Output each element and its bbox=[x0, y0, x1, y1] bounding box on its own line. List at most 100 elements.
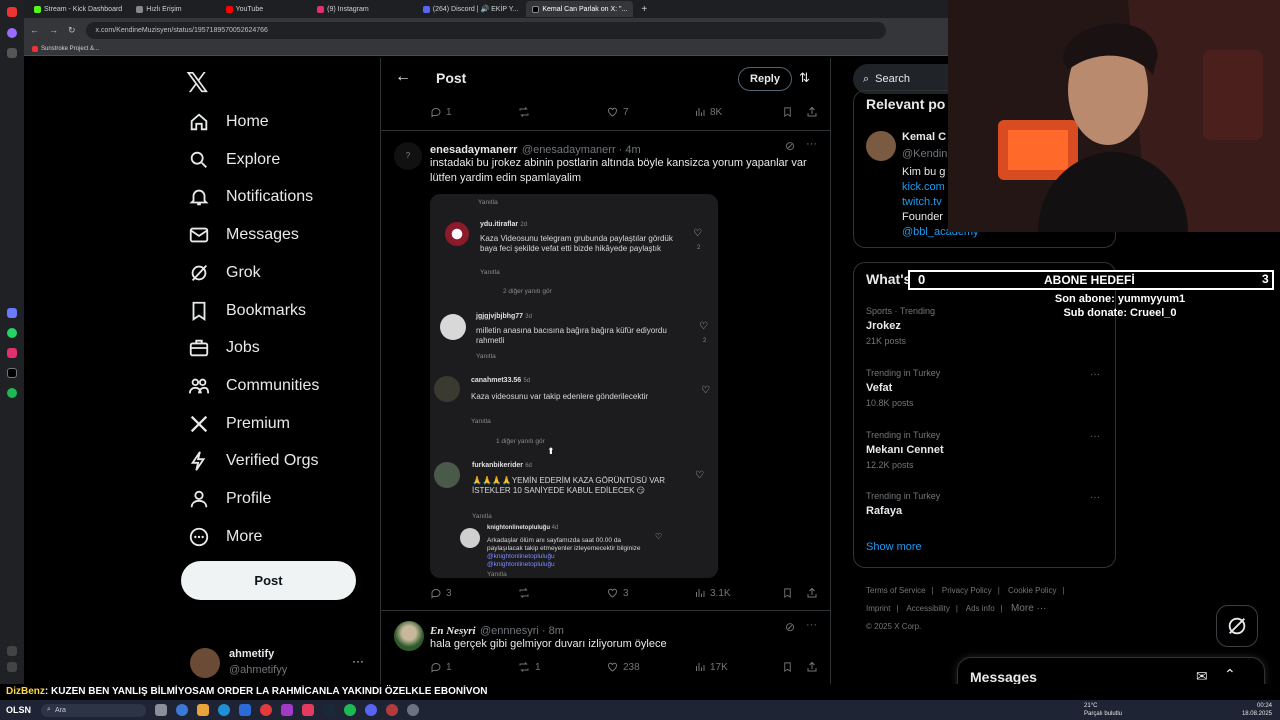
post-button[interactable]: Post bbox=[181, 561, 356, 600]
reply-action[interactable]: 1 bbox=[430, 661, 452, 673]
footer-link[interactable]: Imprint bbox=[866, 604, 890, 613]
x-logo-icon[interactable]: 𝕏 bbox=[186, 66, 214, 98]
back-arrow-icon[interactable]: ← bbox=[395, 68, 411, 86]
chevron-up-icon[interactable]: ⌃ bbox=[1224, 666, 1236, 683]
grok-icon[interactable]: ⊘ bbox=[785, 139, 795, 153]
more-dots-icon[interactable]: ··· bbox=[806, 138, 817, 150]
home-icon[interactable] bbox=[7, 28, 17, 38]
bio-link[interactable]: kick.com bbox=[902, 181, 945, 193]
share-action[interactable] bbox=[806, 587, 818, 599]
avatar[interactable]: ? bbox=[394, 142, 422, 170]
task-view-icon[interactable] bbox=[155, 704, 168, 716]
repost-action[interactable] bbox=[517, 106, 531, 118]
reply-action[interactable]: 1 bbox=[430, 106, 452, 118]
views-action[interactable]: 17K bbox=[694, 661, 728, 673]
views-action[interactable]: 8K bbox=[694, 106, 722, 118]
forward-icon[interactable]: → bbox=[49, 25, 58, 35]
repost-action[interactable] bbox=[517, 587, 531, 599]
repost-action[interactable]: 1 bbox=[517, 661, 541, 673]
tab-youtube[interactable]: YouTube bbox=[220, 1, 270, 17]
reply-action[interactable]: 3 bbox=[430, 587, 452, 599]
settings-icon[interactable] bbox=[407, 704, 420, 716]
more-dots-icon[interactable]: ··· bbox=[352, 654, 364, 668]
x-app-icon[interactable] bbox=[7, 368, 17, 378]
more-dots-icon[interactable]: ··· bbox=[806, 619, 817, 631]
footer-link[interactable]: Ads info bbox=[966, 604, 995, 613]
nav-item-jobs[interactable]: Jobs bbox=[188, 333, 260, 363]
person-name[interactable]: Kemal C bbox=[902, 131, 946, 143]
nav-item-communities[interactable]: Communities bbox=[188, 371, 319, 401]
nav-item-home[interactable]: Home bbox=[188, 107, 269, 137]
sort-replies-icon[interactable]: ⇅ bbox=[799, 70, 810, 86]
share-action[interactable] bbox=[806, 661, 818, 673]
app-icon[interactable] bbox=[281, 704, 294, 716]
bookmark-action[interactable] bbox=[782, 106, 793, 118]
tab-quick-access[interactable]: Hızlı Erişim bbox=[130, 1, 187, 17]
instagram-icon[interactable] bbox=[7, 348, 17, 358]
compose-message-icon[interactable]: ✉ bbox=[1196, 668, 1208, 685]
share-action[interactable] bbox=[806, 106, 818, 118]
nav-item-profile[interactable]: Profile bbox=[188, 484, 271, 514]
like-action[interactable]: 238 bbox=[606, 661, 640, 673]
opera-icon[interactable] bbox=[260, 704, 273, 716]
back-icon[interactable]: ← bbox=[30, 25, 39, 35]
whatsapp-icon[interactable] bbox=[7, 328, 17, 338]
trend-item[interactable]: Trending in Turkey Mekanı Cennet 12.2K p… bbox=[866, 430, 944, 470]
browser-logo-icon[interactable] bbox=[7, 7, 17, 17]
history-icon[interactable] bbox=[7, 662, 17, 672]
views-action[interactable]: 3.1K bbox=[694, 587, 731, 599]
weather-widget[interactable]: 21°C Parçalı bulutlu bbox=[1084, 702, 1122, 718]
reload-icon[interactable]: ↻ bbox=[68, 25, 76, 36]
show-more-link[interactable]: Show more bbox=[866, 541, 922, 553]
new-tab-button[interactable]: + bbox=[635, 1, 653, 17]
more-dots-icon[interactable]: ··· bbox=[1090, 369, 1100, 380]
account-switcher[interactable]: ahmetify @ahmetifyy ··· bbox=[190, 644, 380, 684]
steam-icon[interactable] bbox=[323, 704, 336, 716]
grok-button[interactable] bbox=[1216, 605, 1258, 647]
avatar[interactable] bbox=[394, 621, 424, 651]
nav-item-grok[interactable]: Grok bbox=[188, 258, 261, 288]
tab-kick[interactable]: Stream - Kick Dashboard bbox=[28, 1, 128, 17]
nav-item-explore[interactable]: Explore bbox=[188, 145, 280, 175]
bookmark-action[interactable] bbox=[782, 587, 793, 599]
bookmark-item[interactable]: Sunstroke Project &... bbox=[41, 46, 99, 52]
more-dots-icon[interactable]: ··· bbox=[1090, 492, 1100, 503]
app-icon[interactable] bbox=[386, 704, 399, 716]
explorer-icon[interactable] bbox=[197, 704, 210, 716]
system-clock[interactable]: 00:24 18.08.2025 bbox=[1242, 702, 1272, 718]
tab-x-post[interactable]: Kemal Can Parlak on X: "... bbox=[526, 1, 634, 17]
reply-button[interactable]: Reply bbox=[738, 67, 792, 91]
bookmark-action[interactable] bbox=[782, 661, 793, 673]
taskbar-search[interactable]: ⌕ Ara bbox=[41, 703, 147, 717]
trend-item[interactable]: Trending in Turkey Vefat 10.8K posts bbox=[866, 368, 940, 408]
more-dots-icon[interactable]: ··· bbox=[1090, 431, 1100, 442]
spotify-icon[interactable] bbox=[7, 388, 17, 398]
tab-instagram[interactable]: (9) Instagram bbox=[311, 1, 375, 17]
tab-discord[interactable]: (264) Discord | 🔊 EKİP Y... bbox=[417, 1, 525, 17]
trend-item[interactable]: Trending in Turkey Rafaya bbox=[866, 491, 940, 517]
nav-item-premium[interactable]: Premium bbox=[188, 409, 290, 439]
nav-item-more[interactable]: More bbox=[188, 522, 262, 552]
star-icon[interactable] bbox=[7, 48, 17, 58]
outlook-icon[interactable] bbox=[239, 704, 252, 716]
footer-link[interactable]: Accessibility bbox=[906, 604, 950, 613]
like-action[interactable]: 3 bbox=[606, 587, 629, 599]
nav-item-verified-orgs[interactable]: Verified Orgs bbox=[188, 446, 318, 476]
tweet-image[interactable]: Yanıtla ydu.itiraflar 2d Kaza Videosunu … bbox=[430, 194, 718, 578]
url-field[interactable]: x.com/KendineMuzisyen/status/19571895700… bbox=[85, 21, 886, 39]
footer-link[interactable]: Privacy Policy bbox=[942, 586, 992, 595]
footer-link[interactable]: Cookie Policy bbox=[1008, 586, 1056, 595]
discord-icon[interactable] bbox=[365, 704, 378, 716]
chrome-icon[interactable] bbox=[176, 704, 189, 716]
bio-link[interactable]: twitch.tv bbox=[902, 196, 942, 208]
avatar[interactable] bbox=[866, 131, 896, 161]
like-action[interactable]: 7 bbox=[606, 106, 629, 118]
nav-item-bookmarks[interactable]: Bookmarks bbox=[188, 296, 306, 326]
grok-icon[interactable]: ⊘ bbox=[785, 620, 795, 634]
edge-icon[interactable] bbox=[218, 704, 231, 716]
app-icon[interactable] bbox=[7, 308, 17, 318]
app-icon[interactable] bbox=[302, 704, 315, 716]
nav-item-messages[interactable]: Messages bbox=[188, 220, 299, 250]
spotify-icon[interactable] bbox=[344, 704, 357, 716]
trend-item[interactable]: Sports · Trending Jrokez 21K posts bbox=[866, 306, 935, 346]
